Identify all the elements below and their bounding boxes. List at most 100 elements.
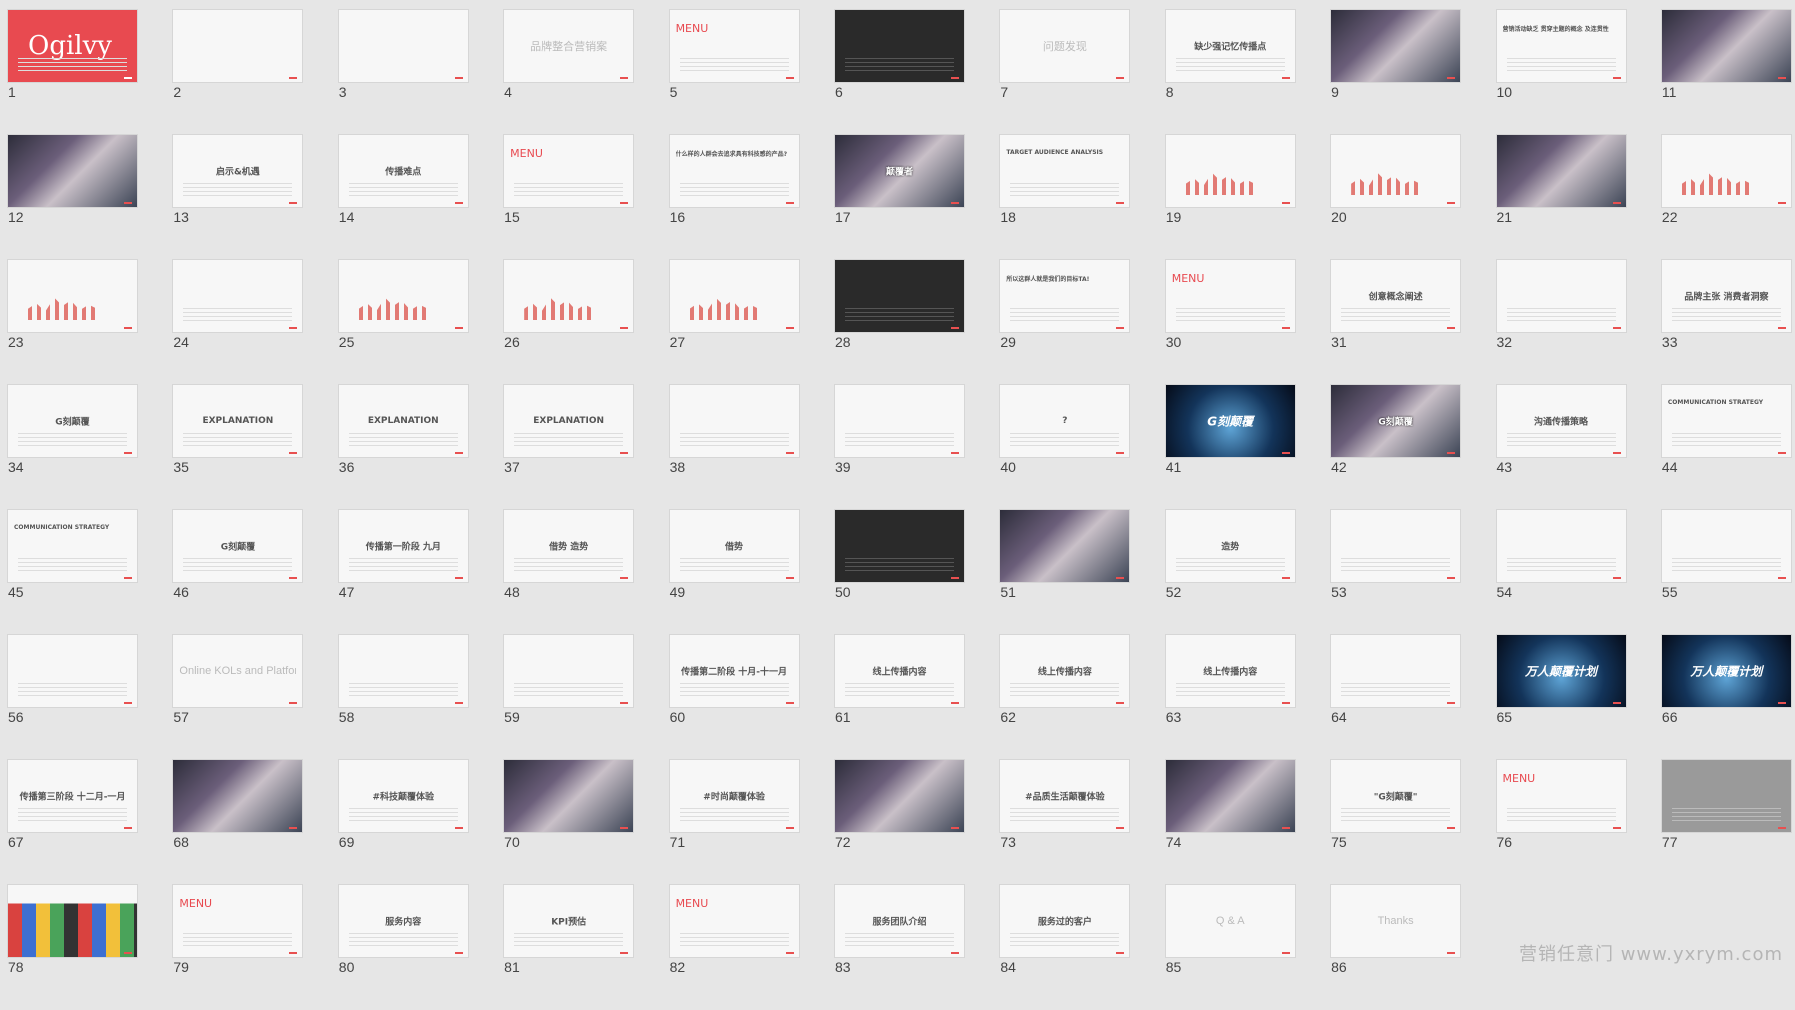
slide-thumbnail-67[interactable]: 传播第三阶段 十二月-一月 67: [8, 760, 137, 885]
slide-preview[interactable]: MENU: [504, 135, 634, 207]
slide-thumbnail-80[interactable]: 服务内容 80: [338, 885, 468, 1010]
slide-thumbnail-42[interactable]: G刻颠覆 42: [1331, 385, 1461, 510]
slide-thumbnail-38[interactable]: 38: [669, 385, 799, 510]
slide-thumbnail-35[interactable]: EXPLANATION 35: [173, 385, 303, 510]
slide-thumbnail-82[interactable]: MENU 82: [669, 885, 799, 1010]
slide-preview[interactable]: 服务团队介绍: [834, 885, 964, 957]
slide-thumbnail-14[interactable]: 传播难点 14: [338, 135, 468, 260]
slide-preview[interactable]: #时尚颠覆体验: [669, 760, 799, 832]
slide-thumbnail-76[interactable]: MENU 76: [1496, 760, 1626, 885]
slide-preview[interactable]: [8, 635, 137, 707]
slide-thumbnail-45[interactable]: COMMUNICATION STRATEGY 45: [8, 510, 137, 635]
slide-thumbnail-81[interactable]: KPI预估 81: [504, 885, 634, 1010]
slide-preview[interactable]: MENU: [669, 885, 799, 957]
slide-thumbnail-77[interactable]: 77: [1661, 760, 1791, 885]
slide-preview[interactable]: COMMUNICATION STRATEGY: [8, 510, 137, 582]
slide-preview[interactable]: 传播难点: [338, 135, 468, 207]
slide-preview[interactable]: 什么样的人群会去追求具有科技感的产品?: [669, 135, 799, 207]
slide-preview[interactable]: [504, 760, 634, 832]
slide-thumbnail-19[interactable]: 19: [1165, 135, 1295, 260]
slide-preview[interactable]: [504, 635, 634, 707]
slide-preview[interactable]: TARGET AUDIENCE ANALYSIS: [1000, 135, 1130, 207]
slide-thumbnail-62[interactable]: 线上传播内容 62: [1000, 635, 1130, 760]
slide-thumbnail-49[interactable]: 借势 49: [669, 510, 799, 635]
slide-preview[interactable]: "G刻颠覆": [1331, 760, 1461, 832]
slide-thumbnail-47[interactable]: 传播第一阶段 九月 47: [338, 510, 468, 635]
slide-thumbnail-79[interactable]: MENU 79: [173, 885, 303, 1010]
slide-thumbnail-22[interactable]: 22: [1661, 135, 1791, 260]
slide-preview[interactable]: G刻颠覆: [8, 385, 137, 457]
slide-thumbnail-70[interactable]: 70: [504, 760, 634, 885]
slide-preview[interactable]: 品牌主张 消费者洞察: [1661, 260, 1791, 332]
slide-thumbnail-46[interactable]: G刻颠覆 46: [173, 510, 303, 635]
slide-preview[interactable]: [1331, 10, 1461, 82]
slide-preview[interactable]: 服务过的客户: [1000, 885, 1130, 957]
slide-thumbnail-68[interactable]: 68: [173, 760, 303, 885]
slide-thumbnail-36[interactable]: EXPLANATION 36: [338, 385, 468, 510]
slide-preview[interactable]: [338, 260, 468, 332]
slide-thumbnail-4[interactable]: 品牌整合营销案 4: [504, 10, 634, 135]
slide-thumbnail-6[interactable]: 6: [834, 10, 964, 135]
slide-thumbnail-78[interactable]: 78: [8, 885, 137, 1010]
slide-thumbnail-86[interactable]: Thanks 86: [1331, 885, 1461, 1010]
slide-thumbnail-72[interactable]: 72: [834, 760, 964, 885]
slide-preview[interactable]: 线上传播内容: [834, 635, 964, 707]
slide-thumbnail-33[interactable]: 品牌主张 消费者洞察 33: [1661, 260, 1791, 385]
slide-thumbnail-15[interactable]: MENU 15: [504, 135, 634, 260]
slide-thumbnail-43[interactable]: 沟通传播策略 43: [1496, 385, 1626, 510]
slide-thumbnail-21[interactable]: 21: [1496, 135, 1626, 260]
slide-preview[interactable]: 创意概念阐述: [1331, 260, 1461, 332]
slide-preview[interactable]: [1661, 760, 1791, 832]
slide-thumbnail-10[interactable]: 营销活动缺乏 贯穿主题的概念 及连贯性 10: [1496, 10, 1626, 135]
slide-thumbnail-64[interactable]: 64: [1331, 635, 1461, 760]
slide-thumbnail-50[interactable]: 50: [834, 510, 964, 635]
slide-thumbnail-54[interactable]: 54: [1496, 510, 1626, 635]
slide-thumbnail-18[interactable]: TARGET AUDIENCE ANALYSIS 18: [1000, 135, 1130, 260]
slide-preview[interactable]: [1661, 10, 1791, 82]
slide-thumbnail-39[interactable]: 39: [834, 385, 964, 510]
slide-preview[interactable]: 缺少强记忆传播点: [1165, 10, 1295, 82]
slide-preview[interactable]: [834, 760, 964, 832]
slide-thumbnail-71[interactable]: #时尚颠覆体验 71: [669, 760, 799, 885]
slide-preview[interactable]: [1165, 760, 1295, 832]
slide-preview[interactable]: 颠覆者: [834, 135, 964, 207]
slide-thumbnail-12[interactable]: 12: [8, 135, 137, 260]
slide-thumbnail-73[interactable]: #品质生活颠覆体验 73: [1000, 760, 1130, 885]
slide-preview[interactable]: G刻颠覆: [1165, 385, 1295, 457]
slide-thumbnail-2[interactable]: 2: [173, 10, 303, 135]
slide-preview[interactable]: 传播第二阶段 十月-十一月: [669, 635, 799, 707]
slide-thumbnail-8[interactable]: 缺少强记忆传播点 8: [1165, 10, 1295, 135]
slide-preview[interactable]: [1000, 510, 1130, 582]
slide-preview[interactable]: 线上传播内容: [1165, 635, 1295, 707]
slide-preview[interactable]: 沟通传播策略: [1496, 385, 1626, 457]
slide-preview[interactable]: [8, 885, 137, 957]
slide-preview[interactable]: [1165, 135, 1295, 207]
slide-thumbnail-1[interactable]: Ogilvy 1: [8, 10, 137, 135]
slide-preview[interactable]: [834, 10, 964, 82]
slide-thumbnail-29[interactable]: 所以这群人就是我们的目标TA! 29: [1000, 260, 1130, 385]
slide-thumbnail-59[interactable]: 59: [504, 635, 634, 760]
slide-preview[interactable]: G刻颠覆: [1331, 385, 1461, 457]
slide-thumbnail-30[interactable]: MENU 30: [1165, 260, 1295, 385]
slide-thumbnail-69[interactable]: #科技颠覆体验 69: [338, 760, 468, 885]
slide-thumbnail-26[interactable]: 26: [504, 260, 634, 385]
slide-preview[interactable]: Online KOLs and Platform Introduction: [173, 635, 303, 707]
slide-preview[interactable]: 传播第三阶段 十二月-一月: [8, 760, 137, 832]
slide-thumbnail-31[interactable]: 创意概念阐述 31: [1331, 260, 1461, 385]
slide-preview[interactable]: [173, 760, 303, 832]
slide-thumbnail-23[interactable]: 23: [8, 260, 137, 385]
slide-preview[interactable]: [1331, 510, 1461, 582]
slide-thumbnail-55[interactable]: 55: [1661, 510, 1791, 635]
slide-preview[interactable]: MENU: [173, 885, 303, 957]
slide-thumbnail-61[interactable]: 线上传播内容 61: [834, 635, 964, 760]
slide-preview[interactable]: EXPLANATION: [504, 385, 634, 457]
slide-thumbnail-7[interactable]: 问题发现 7: [1000, 10, 1130, 135]
slide-thumbnail-25[interactable]: 25: [338, 260, 468, 385]
slide-thumbnail-41[interactable]: G刻颠覆 41: [1165, 385, 1295, 510]
slide-thumbnail-66[interactable]: 万人颠覆计划 66: [1661, 635, 1791, 760]
slide-preview[interactable]: [8, 260, 137, 332]
slide-preview[interactable]: G刻颠覆: [173, 510, 303, 582]
slide-preview[interactable]: 借势 造势: [504, 510, 634, 582]
slide-preview[interactable]: #科技颠覆体验: [338, 760, 468, 832]
slide-preview[interactable]: 品牌整合营销案: [504, 10, 634, 82]
